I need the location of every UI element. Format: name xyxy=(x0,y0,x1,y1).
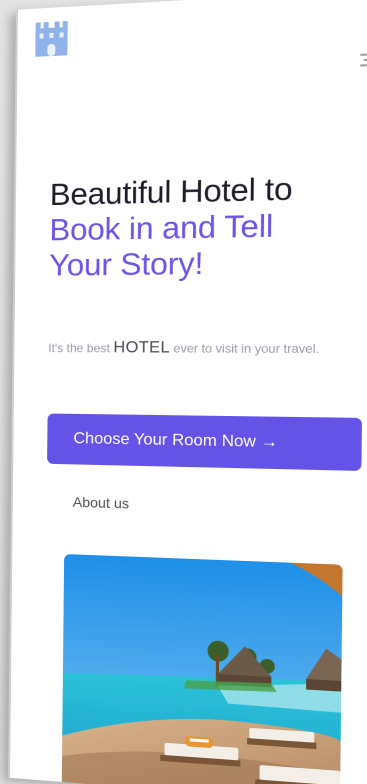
subtitle-post: ever to visit in your travel. xyxy=(173,341,320,357)
mobile-page: Beautiful Hotel to Book in and Tell Your… xyxy=(8,0,367,784)
hamburger-menu-icon[interactable] xyxy=(358,47,367,72)
choose-room-button[interactable]: Choose Your Room Now → xyxy=(47,413,362,471)
hero-title-line-2: Book in and Tell xyxy=(49,207,274,248)
hero-title-line-1: Beautiful Hotel to xyxy=(49,170,293,213)
subtitle-highlight: HOTEL xyxy=(113,339,171,357)
subtitle-pre: It's the best xyxy=(48,341,111,356)
about-us-link[interactable]: About us xyxy=(73,494,129,512)
beach-resort-image xyxy=(61,554,343,784)
hero-subtitle: It's the best HOTEL ever to visit in you… xyxy=(48,338,365,359)
menu-bar-3 xyxy=(360,63,367,67)
hero-title: Beautiful Hotel to Book in and Tell Your… xyxy=(49,168,367,282)
menu-bar-1 xyxy=(360,52,367,56)
castle-logo-icon[interactable] xyxy=(33,19,69,59)
screenshot-stage: Beautiful Hotel to Book in and Tell Your… xyxy=(0,0,367,784)
hero-title-line-3: Your Story! xyxy=(48,245,204,283)
